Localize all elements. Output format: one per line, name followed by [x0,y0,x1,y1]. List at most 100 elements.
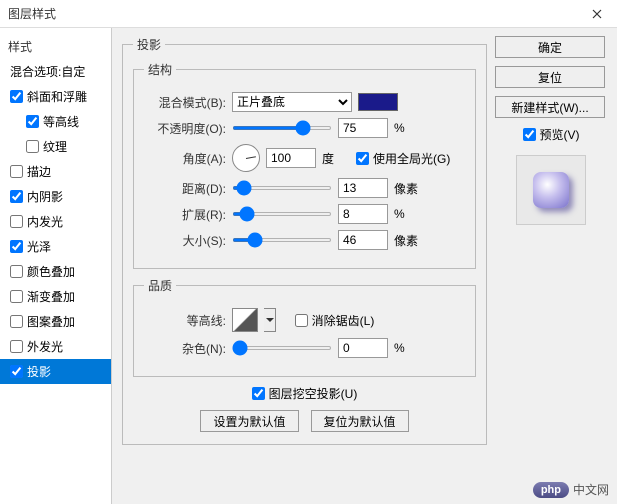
sidebar-item-label: 描边 [27,163,51,180]
blending-options-row[interactable]: 混合选项:自定 [0,59,111,84]
sidebar-item-inner-shadow[interactable]: 内阴影 [0,184,111,209]
titlebar: 图层样式 [0,0,617,28]
sidebar-item-label: 光泽 [27,238,51,255]
sidebar-item-outer-glow[interactable]: 外发光 [0,334,111,359]
window-title: 图层样式 [8,5,56,22]
drop-shadow-checkbox[interactable] [10,365,23,378]
opacity-row: 不透明度(O): % [144,118,465,138]
preview-label: 预览(V) [540,126,580,143]
knockout-label: 图层挖空投影(U) [269,385,358,402]
sidebar-item-drop-shadow[interactable]: 投影 [0,359,111,384]
spread-slider[interactable] [232,212,332,216]
contour-row: 等高线: 消除锯齿(L) [144,308,465,332]
opacity-input[interactable] [338,118,388,138]
sidebar-item-label: 斜面和浮雕 [27,88,87,105]
antialias-checkbox[interactable] [295,314,308,327]
sidebar-item-label: 内阴影 [27,188,63,205]
knockout-row: 图层挖空投影(U) [133,385,476,402]
angle-label: 角度(A): [144,150,226,167]
angle-input[interactable] [266,148,316,168]
opacity-label: 不透明度(O): [144,120,226,137]
angle-unit: 度 [322,150,350,167]
sidebar-item-pattern-overlay[interactable]: 图案叠加 [0,309,111,334]
shadow-color-swatch[interactable] [358,93,398,111]
contour-swatch[interactable] [232,308,258,332]
watermark: php 中文网 [533,481,609,498]
preview-check[interactable]: 预览(V) [495,126,607,143]
noise-label: 杂色(N): [144,340,226,357]
pattern-overlay-checkbox[interactable] [10,315,23,328]
outer-glow-checkbox[interactable] [10,340,23,353]
watermark-text: 中文网 [573,481,609,498]
new-style-button[interactable]: 新建样式(W)... [495,96,605,118]
sidebar-item-label: 等高线 [43,113,79,130]
stroke-checkbox[interactable] [10,165,23,178]
distance-slider[interactable] [232,186,332,190]
sidebar-item-label: 纹理 [43,138,67,155]
global-light-check[interactable]: 使用全局光(G) [356,150,450,167]
size-unit: 像素 [394,232,422,249]
contour-checkbox[interactable] [26,115,39,128]
antialias-check[interactable]: 消除锯齿(L) [295,312,375,329]
noise-input[interactable] [338,338,388,358]
bevel-checkbox[interactable] [10,90,23,103]
center-panel: 投影 结构 混合模式(B): 正片叠底 不透明度(O): % [122,36,487,496]
knockout-checkbox[interactable] [252,387,265,400]
noise-row: 杂色(N): % [144,338,465,358]
right-panel: 确定 复位 新建样式(W)... 预览(V) [487,36,607,496]
sidebar-item-inner-glow[interactable]: 内发光 [0,209,111,234]
drop-shadow-fieldset: 投影 结构 混合模式(B): 正片叠底 不透明度(O): % [122,36,487,445]
structure-fieldset: 结构 混合模式(B): 正片叠底 不透明度(O): % 角度(A): [133,61,476,269]
sidebar-item-color-overlay[interactable]: 颜色叠加 [0,259,111,284]
sidebar-item-stroke[interactable]: 描边 [0,159,111,184]
close-icon [592,9,602,19]
preview-checkbox[interactable] [523,128,536,141]
gradient-overlay-checkbox[interactable] [10,290,23,303]
inner-shadow-checkbox[interactable] [10,190,23,203]
php-badge: php [533,482,569,498]
distance-label: 距离(D): [144,180,226,197]
sidebar-item-label: 图案叠加 [27,313,75,330]
distance-input[interactable] [338,178,388,198]
inner-glow-checkbox[interactable] [10,215,23,228]
blend-mode-row: 混合模式(B): 正片叠底 [144,92,465,112]
sidebar-item-label: 颜色叠加 [27,263,75,280]
blend-mode-select[interactable]: 正片叠底 [232,92,352,112]
sidebar-item-bevel[interactable]: 斜面和浮雕 [0,84,111,109]
sidebar-item-label: 投影 [27,363,51,380]
distance-row: 距离(D): 像素 [144,178,465,198]
knockout-check[interactable]: 图层挖空投影(U) [252,385,358,402]
angle-dial[interactable] [232,144,260,172]
sidebar-item-contour[interactable]: 等高线 [0,109,111,134]
spread-input[interactable] [338,204,388,224]
contour-dropdown[interactable] [264,308,276,332]
global-light-checkbox[interactable] [356,152,369,165]
noise-unit: % [394,341,422,355]
dialog-body: 样式 混合选项:自定 斜面和浮雕 等高线 纹理 描边 内阴影 内发光 光泽 颜色… [0,28,617,504]
blend-mode-label: 混合模式(B): [144,94,226,111]
contour-label: 等高线: [144,312,226,329]
make-default-button[interactable]: 设置为默认值 [200,410,298,432]
main-area: 投影 结构 混合模式(B): 正片叠底 不透明度(O): % [112,28,617,504]
noise-slider[interactable] [232,346,332,350]
size-slider[interactable] [232,238,332,242]
opacity-unit: % [394,121,422,135]
color-overlay-checkbox[interactable] [10,265,23,278]
opacity-slider[interactable] [232,126,332,130]
reset-button[interactable]: 复位 [495,66,605,88]
global-light-label: 使用全局光(G) [373,150,450,167]
satin-checkbox[interactable] [10,240,23,253]
reset-default-button[interactable]: 复位为默认值 [311,410,409,432]
sidebar-item-satin[interactable]: 光泽 [0,234,111,259]
chevron-down-icon [266,318,274,322]
sidebar-heading: 样式 [0,34,111,59]
sidebar-item-label: 内发光 [27,213,63,230]
antialias-label: 消除锯齿(L) [312,312,375,329]
sidebar-item-texture[interactable]: 纹理 [0,134,111,159]
close-button[interactable] [577,0,617,28]
ok-button[interactable]: 确定 [495,36,605,58]
sidebar-item-gradient-overlay[interactable]: 渐变叠加 [0,284,111,309]
structure-legend: 结构 [144,61,176,78]
texture-checkbox[interactable] [26,140,39,153]
size-input[interactable] [338,230,388,250]
